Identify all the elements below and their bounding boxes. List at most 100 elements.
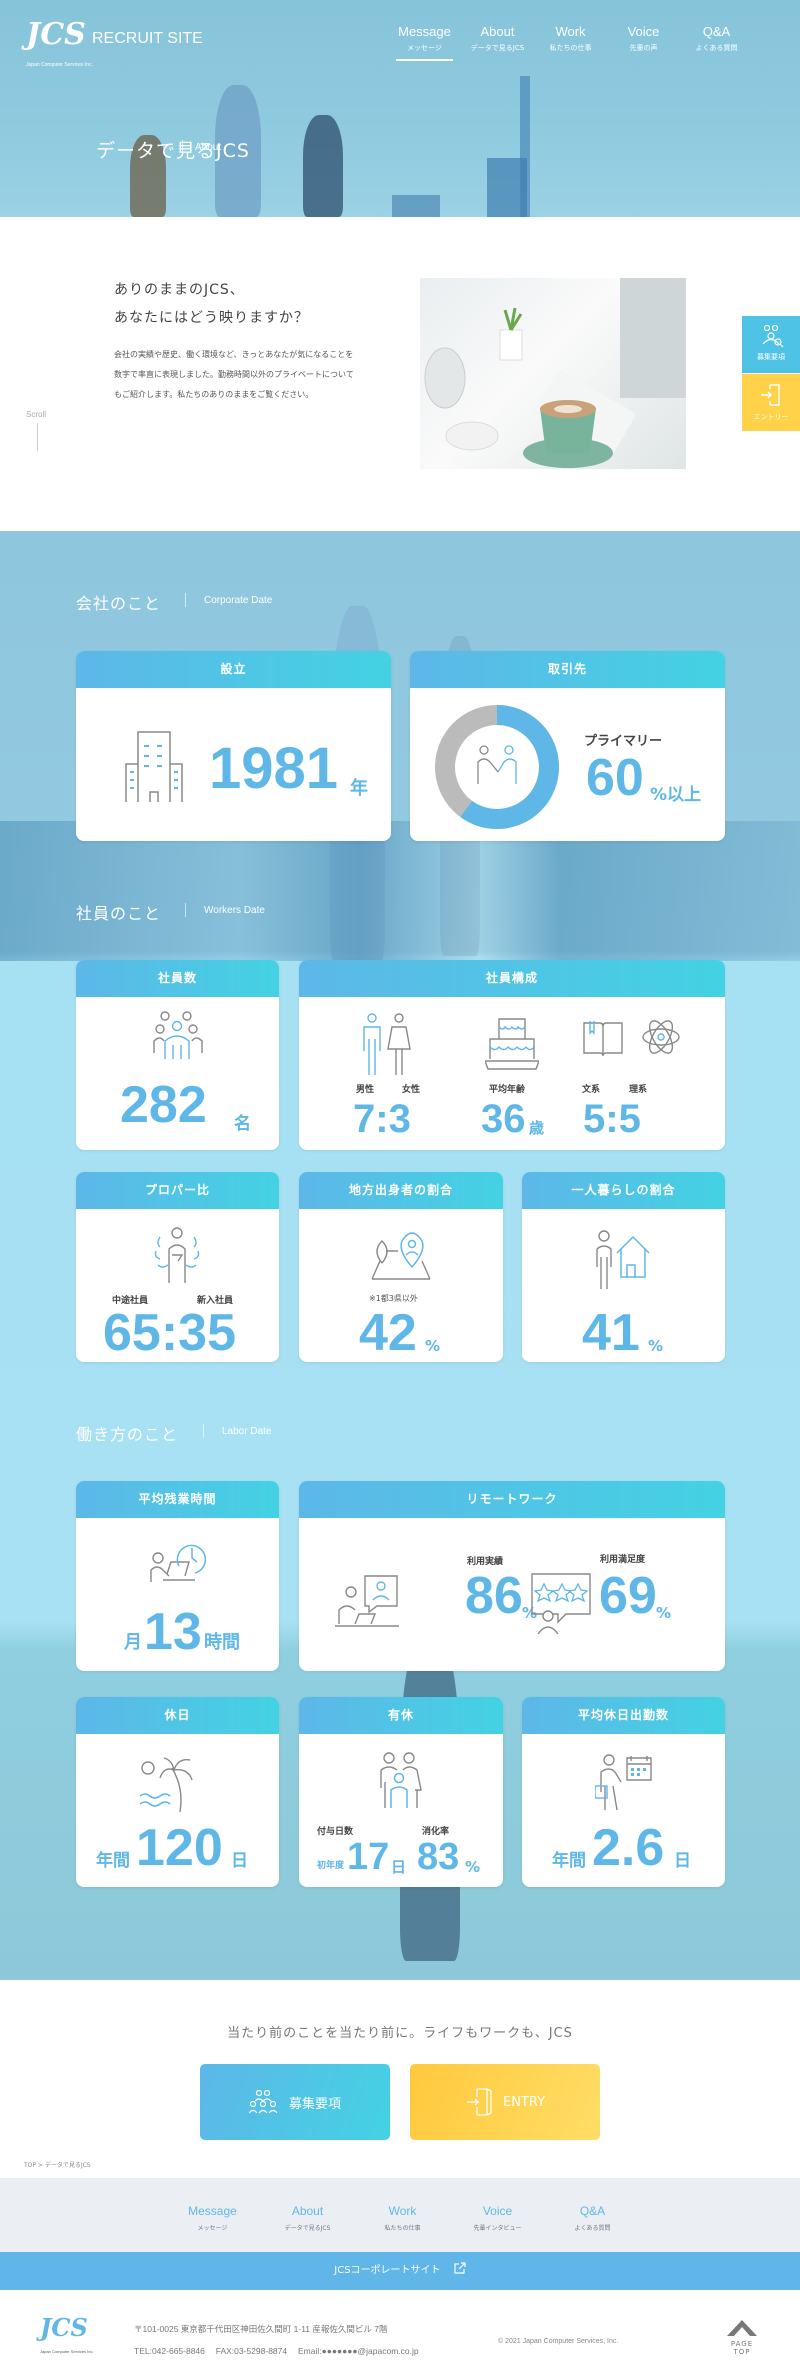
- divider: [185, 593, 186, 607]
- intro-body: 会社の実績や歴史、働く環境など、きっとあなたが気になることを数字で率直に表現しま…: [114, 350, 354, 399]
- card-proper-ratio: プロパー比 中途社員 新入社員 65:35: [76, 1172, 279, 1362]
- card-header: 地方出身者の割合: [299, 1172, 503, 1209]
- nav-label: Voice: [482, 2204, 513, 2218]
- employee-count: 282: [120, 1076, 207, 1134]
- prefix: 年間: [96, 1851, 130, 1871]
- contact-info: TEL:042-665-8846 FAX:03-5298-8874 Email:…: [134, 2346, 419, 2356]
- logo-sub: Japan Computer Services Inc.: [26, 62, 93, 68]
- side-recruit-button[interactable]: 募集要項: [742, 316, 800, 373]
- divider: [185, 903, 186, 917]
- card-header: 平均残業時間: [76, 1481, 279, 1518]
- external-link-icon: [454, 2262, 466, 2274]
- card-living-alone: 一人暮らしの割合 41 %: [522, 1172, 725, 1362]
- side-recruit-label: 募集要項: [757, 353, 785, 361]
- entry-button[interactable]: ENTRY: [410, 2064, 600, 2140]
- card-employee-count: 社員数 282 名: [76, 960, 279, 1150]
- age-label: 平均年齢: [489, 1085, 526, 1095]
- section-title-labor: 働き方のこと: [76, 1425, 179, 1444]
- science-label: 理系: [629, 1085, 648, 1095]
- man-woman-icon: [363, 1013, 411, 1075]
- corporate-site-label: JCSコーポレートサイト: [334, 2265, 441, 2276]
- unit: %: [465, 1858, 481, 1876]
- usage-percent: 86: [465, 1567, 523, 1625]
- section-subtitle: Workers Date: [204, 905, 265, 916]
- clients-label: プライマリー: [584, 734, 663, 749]
- intro-photo: [420, 278, 686, 469]
- nav-label: Work: [388, 2204, 417, 2218]
- satisfaction-percent: 69: [599, 1567, 657, 1625]
- scroll-label: Scroll: [26, 410, 47, 419]
- recruit-button[interactable]: 募集要項: [200, 2064, 390, 2140]
- overtime-hours: 13: [144, 1603, 202, 1661]
- female-label: 女性: [402, 1085, 421, 1095]
- card-clients: 取引先 プライマリー 60 %以上: [410, 651, 725, 841]
- breadcrumb[interactable]: TOP > データで見るJCS: [24, 2160, 91, 2169]
- side-entry-button[interactable]: エントリー: [742, 374, 800, 431]
- footer-nav-voice[interactable]: Voice 先輩インタビュー: [450, 2204, 545, 2232]
- logo-text: JCS: [40, 2313, 88, 2342]
- page-subtitle: About: [195, 142, 222, 153]
- unit: 歳: [529, 1119, 545, 1137]
- unit: %: [425, 1337, 441, 1355]
- rating-review-icon: [531, 1573, 591, 1634]
- unit: %: [648, 1337, 664, 1355]
- nav-qa[interactable]: Q&A よくある質問: [680, 24, 753, 53]
- unit: 名: [234, 1114, 251, 1134]
- nav-label: Work: [555, 24, 586, 39]
- unit: 年: [350, 778, 368, 799]
- corporate-site-link[interactable]: JCSコーポレートサイト: [0, 2252, 800, 2290]
- nav-label: Message: [188, 2204, 237, 2218]
- footer-logo[interactable]: JCS Japan Computer Services Inc.: [40, 2316, 94, 2364]
- unit: 日: [231, 1851, 248, 1871]
- card-employee-composition: 社員構成 男性 女性 7:3 平均年齢 36 歳 文系 理系 5:5: [299, 960, 725, 1150]
- page-top-button[interactable]: PAGE TOP: [722, 2318, 762, 2356]
- nav-sublabel: メッセージ: [197, 2225, 228, 2232]
- nav-label: Q&A: [702, 24, 731, 39]
- family-icon: [380, 1752, 422, 1808]
- local-note: ※1都3県以外: [369, 1294, 418, 1303]
- person-calendar-icon: [595, 1754, 652, 1810]
- recruit-button-label: 募集要項: [288, 2096, 341, 2112]
- footer-nav-qa[interactable]: Q&A よくある質問: [545, 2204, 640, 2232]
- nav-sublabel: メッセージ: [407, 44, 442, 52]
- person-house-icon: [596, 1230, 650, 1289]
- section-subtitle: Corporate Date: [204, 595, 273, 606]
- prefix: 年間: [552, 1851, 586, 1871]
- card-header: 一人暮らしの割合: [522, 1172, 725, 1209]
- usage-rate: 83: [417, 1836, 460, 1878]
- tagline: 当たり前のことを当たり前に。ライフもワークも、JCS: [227, 2026, 573, 2041]
- group-icon: [153, 1011, 203, 1059]
- holiday-work-days: 2.6: [592, 1819, 665, 1877]
- video-call-icon: [335, 1575, 399, 1627]
- gender-ratio: 7:3: [353, 1097, 411, 1141]
- footer-nav-work[interactable]: Work 私たちの仕事: [355, 2204, 450, 2232]
- nav-sublabel: 先輩インタビュー: [473, 2225, 522, 2232]
- intro-heading: ありのままのJCS、 あなたにはどう映りますか？: [114, 276, 309, 332]
- nav-work[interactable]: Work 私たちの仕事: [534, 24, 607, 53]
- chevron-up-icon: [727, 2320, 757, 2336]
- card-header: 取引先: [410, 651, 725, 688]
- prefix: 月: [124, 1632, 142, 1653]
- scroll-line: [37, 423, 38, 451]
- nav-sublabel: 先輩の声: [629, 44, 658, 52]
- footer-nav-message[interactable]: Message メッセージ: [165, 2204, 260, 2232]
- card-holidays: 休日 年間 120 日: [76, 1697, 279, 1887]
- average-age: 36: [481, 1097, 526, 1141]
- card-remote-work: リモートワーク 利用実績 86 % 利用満足度 69 %: [299, 1481, 725, 1671]
- logo[interactable]: JCS Japan Computer Services Inc.: [26, 20, 93, 80]
- section-title-workers: 社員のこと: [76, 904, 162, 923]
- holiday-days: 120: [136, 1819, 223, 1877]
- cake-icon: [485, 1018, 539, 1070]
- nav-voice[interactable]: Voice 先輩の声: [607, 24, 680, 53]
- proper-ratio: 65:35: [103, 1304, 236, 1362]
- nav-about[interactable]: About データで見るJCS: [461, 24, 534, 53]
- card-paid-leave: 有休 付与日数 消化率 初年度 17 日 83 %: [299, 1697, 503, 1887]
- section-title-corporate: 会社のこと: [76, 594, 162, 613]
- unit: 時間: [204, 1632, 240, 1653]
- divider: [203, 1424, 204, 1438]
- nav-message[interactable]: Message メッセージ: [388, 24, 461, 61]
- page-title: データで見るJCS: [96, 140, 250, 162]
- side-entry-label: エントリー: [753, 413, 789, 421]
- footer-nav-about[interactable]: About データで見るJCS: [260, 2204, 355, 2232]
- address: 〒101-0025 東京都千代田区神田佐久間町 1-11 産報佐久間ビル 7階: [134, 2324, 388, 2334]
